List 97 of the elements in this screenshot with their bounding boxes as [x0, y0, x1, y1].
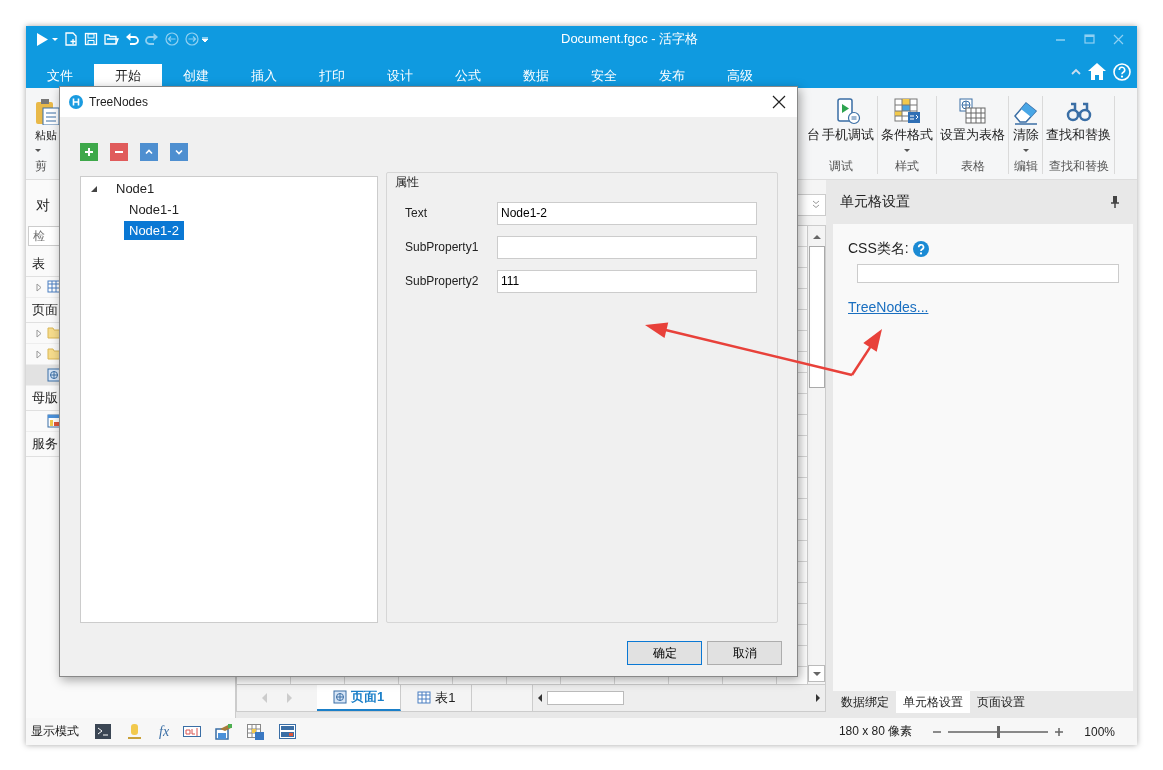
- group-label: 调试: [828, 158, 853, 174]
- image-edit-icon[interactable]: [215, 723, 234, 740]
- page-icon: [47, 368, 61, 382]
- section-header: 母版: [32, 390, 58, 405]
- input-field[interactable]: Node1-2: [497, 201, 757, 225]
- ribbon-button[interactable]: 清除: [1012, 96, 1039, 156]
- expanded-icon[interactable]: [91, 185, 97, 192]
- input-field[interactable]: 111: [497, 269, 757, 293]
- panel-tab[interactable]: 数据绑定: [834, 691, 896, 713]
- scroll-thumb[interactable]: [808, 246, 825, 388]
- customize-icon[interactable]: [202, 36, 208, 42]
- field-label: SubProperty1: [405, 240, 480, 254]
- tree-node[interactable]: Node1: [111, 179, 160, 198]
- phone-icon: [834, 97, 862, 125]
- scroll-bar[interactable]: [532, 685, 825, 711]
- section-header: 服务: [32, 436, 58, 451]
- group-label: 样式: [895, 158, 919, 174]
- cancel-button[interactable]: 取消: [707, 641, 782, 665]
- play-icon[interactable]: [35, 31, 49, 47]
- redo-icon[interactable]: [145, 32, 159, 46]
- up-arrow-icon[interactable]: [811, 234, 822, 240]
- field-label: SubProperty2: [405, 274, 480, 288]
- ribbon-button[interactable]: 查找和替换: [1046, 96, 1111, 156]
- tree-nodes-link[interactable]: TreeNodes...: [848, 299, 929, 315]
- slider-thumb[interactable]: [997, 725, 1001, 738]
- panel-tab[interactable]: 单元格设置: [896, 691, 970, 713]
- collapse-icon[interactable]: [1071, 67, 1081, 76]
- undo-icon[interactable]: [125, 32, 139, 46]
- pin-icon[interactable]: [1111, 196, 1119, 208]
- app-logo-icon: [69, 95, 83, 109]
- window-title: Document.fgcc - 活字格: [560, 30, 700, 48]
- size-label: 180 x 80 像素: [838, 723, 913, 740]
- group-label: 表格: [960, 158, 985, 174]
- open-folder-icon[interactable]: [104, 32, 119, 46]
- remove-button[interactable]: [110, 143, 128, 161]
- ribbon-button[interactable]: 条件格式: [881, 96, 933, 156]
- panel-title: 单元格设置: [840, 193, 910, 211]
- text-field-icon[interactable]: [183, 723, 202, 740]
- down-arrow-icon[interactable]: [811, 670, 822, 677]
- section-header: 表: [32, 256, 45, 271]
- back-icon[interactable]: [165, 32, 179, 46]
- sheet-tab[interactable]: 页面1: [317, 685, 402, 711]
- group-title: 属性: [393, 174, 421, 190]
- group-label: 查找和替换: [1048, 158, 1109, 174]
- mode-label: 显示模式: [31, 723, 79, 740]
- home-icon[interactable]: [1087, 62, 1107, 81]
- help-icon[interactable]: [1113, 62, 1131, 81]
- scroll-thumb[interactable]: [547, 691, 625, 705]
- panel-title: 对: [36, 196, 50, 215]
- grid-icon[interactable]: [247, 723, 266, 740]
- move-down-button[interactable]: [170, 143, 188, 161]
- ribbon-button[interactable]: 台: [807, 96, 820, 156]
- forward-icon[interactable]: [185, 32, 199, 46]
- folder-icon: [47, 347, 61, 361]
- close-icon[interactable]: [772, 95, 786, 109]
- group-label: 剪: [35, 158, 47, 174]
- folder-icon: [47, 326, 61, 340]
- ribbon-button[interactable]: 设置为表格: [940, 96, 1005, 156]
- maximize-icon[interactable]: [1083, 32, 1096, 46]
- input-field[interactable]: [497, 235, 757, 259]
- panel-tab[interactable]: 页面设置: [970, 691, 1032, 713]
- left-arrow-icon[interactable]: [537, 693, 544, 703]
- sheet-tab[interactable]: 表1: [401, 685, 473, 711]
- right-arrow-icon[interactable]: [815, 693, 821, 703]
- expand-icon[interactable]: [36, 328, 42, 338]
- field-label: Text: [405, 206, 428, 220]
- expand-icon[interactable]: [36, 349, 42, 359]
- zoom-percent: 100%: [1084, 724, 1115, 739]
- tree-node[interactable]: Node1-2: [124, 221, 184, 240]
- ribbon-tab[interactable]: 开始: [94, 64, 162, 88]
- scroll-bar[interactable]: [807, 226, 825, 684]
- layout-icon: [47, 414, 61, 428]
- tree-node[interactable]: Node1-1: [124, 200, 184, 219]
- move-up-button[interactable]: [140, 143, 158, 161]
- expand-icon[interactable]: [36, 282, 42, 292]
- caret-icon[interactable]: [52, 37, 58, 41]
- ribbon-button[interactable]: 粘贴: [35, 96, 62, 156]
- layout-icon[interactable]: [279, 723, 298, 740]
- input-field[interactable]: [857, 264, 1119, 283]
- section-header: 页面: [32, 302, 58, 317]
- group-label: 编辑: [1013, 158, 1038, 174]
- ribbon-button[interactable]: 手机调试: [822, 96, 874, 156]
- new-document-icon[interactable]: [64, 32, 78, 46]
- add-button[interactable]: [80, 143, 98, 161]
- help-icon[interactable]: [912, 241, 929, 257]
- page-icon: [333, 690, 347, 704]
- zoom-in-icon[interactable]: [1054, 726, 1065, 737]
- dialog-title: TreeNodes: [89, 95, 149, 109]
- grid-chart-icon: [893, 97, 921, 125]
- field-label: CSS类名:: [848, 240, 909, 258]
- console-icon[interactable]: [95, 723, 113, 740]
- table-globe-icon: [959, 97, 986, 125]
- chevron-icon: [812, 200, 820, 209]
- formula-button[interactable]: fx: [159, 723, 170, 740]
- save-icon[interactable]: [84, 32, 98, 46]
- table-icon: [417, 691, 432, 705]
- ok-button[interactable]: 确定: [627, 641, 702, 665]
